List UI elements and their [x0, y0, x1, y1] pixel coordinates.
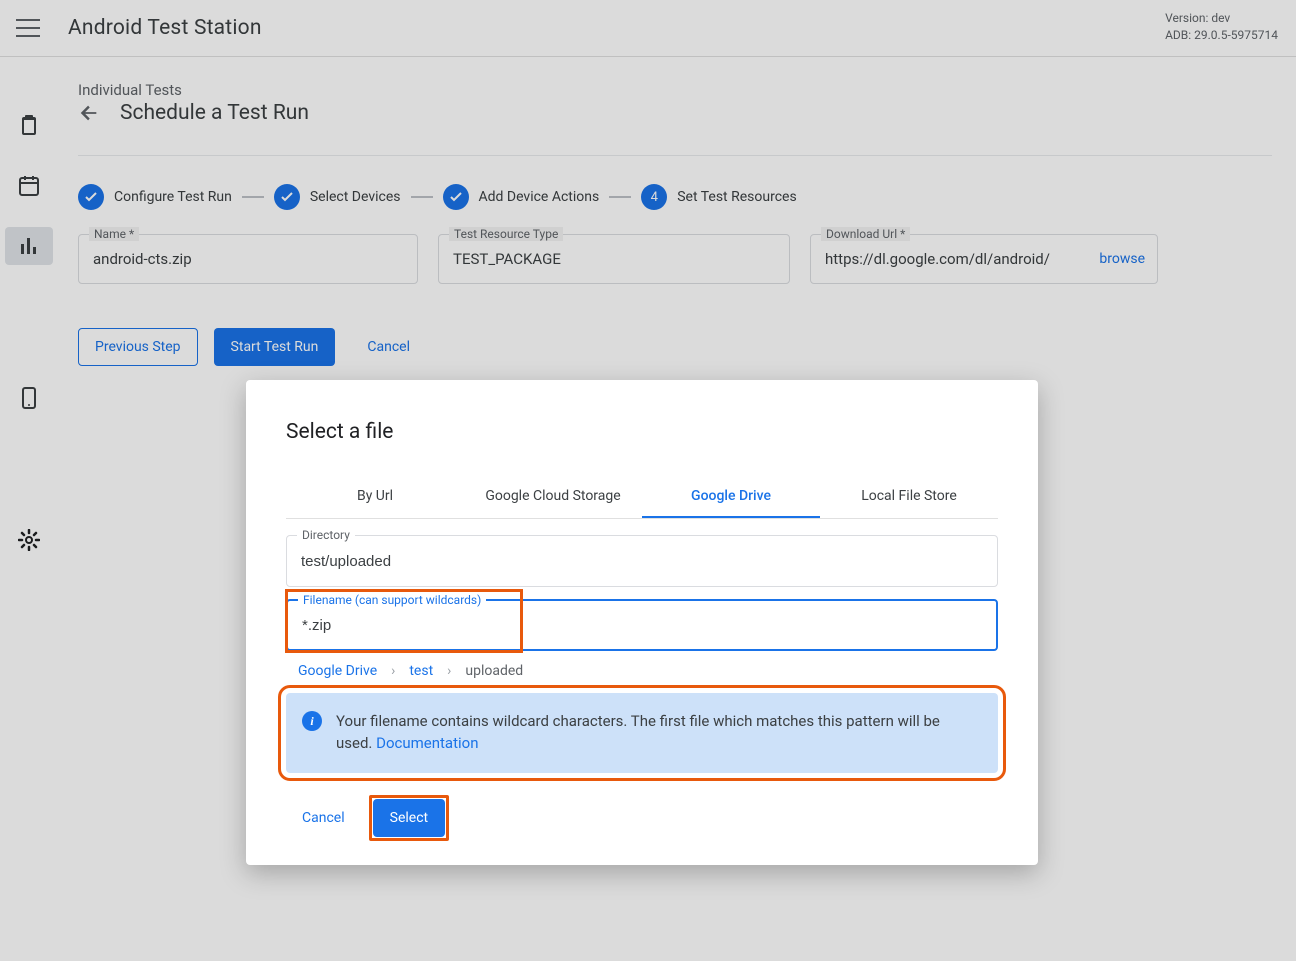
- dialog-cancel-button[interactable]: Cancel: [286, 799, 361, 837]
- tab-by-url[interactable]: By Url: [286, 476, 464, 518]
- path-mid-link[interactable]: test: [409, 663, 433, 679]
- breadcrumb-path: Google Drive › test › uploaded: [298, 663, 998, 679]
- field-value: https://dl.google.com/dl/android/ct: [825, 250, 1050, 268]
- resource-type-field[interactable]: Test Resource Type TEST_PACKAGE: [438, 234, 790, 284]
- dialog-title: Select a file: [286, 420, 998, 444]
- chevron-right-icon: ›: [391, 663, 395, 679]
- browse-link[interactable]: browse: [1099, 251, 1145, 267]
- field-value: TEST_PACKAGE: [453, 250, 561, 268]
- app-title: Android Test Station: [68, 16, 262, 40]
- step-resources[interactable]: 4 Set Test Resources: [641, 184, 796, 210]
- step-label: Add Device Actions: [479, 189, 600, 205]
- breadcrumb: Individual Tests: [78, 81, 1272, 99]
- select-file-dialog: Select a file By Url Google Cloud Storag…: [246, 380, 1038, 865]
- step-configure[interactable]: Configure Test Run: [78, 184, 232, 210]
- path-leaf: uploaded: [465, 663, 523, 679]
- step-number: 4: [641, 184, 667, 210]
- tab-gcs[interactable]: Google Cloud Storage: [464, 476, 642, 518]
- dialog-select-button[interactable]: Select: [373, 799, 445, 837]
- clipboard-icon[interactable]: [5, 107, 53, 145]
- start-test-run-button[interactable]: Start Test Run: [214, 328, 336, 366]
- page-title: Schedule a Test Run: [120, 101, 309, 125]
- menu-icon[interactable]: [16, 19, 40, 37]
- cancel-link[interactable]: Cancel: [351, 328, 426, 366]
- step-devices[interactable]: Select Devices: [274, 184, 401, 210]
- chevron-right-icon: ›: [447, 663, 451, 679]
- top-bar: Android Test Station Version: dev ADB: 2…: [0, 0, 1296, 57]
- name-field[interactable]: Name * android-cts.zip: [78, 234, 418, 284]
- info-banner: i Your filename contains wildcard charac…: [286, 693, 998, 773]
- tab-google-drive[interactable]: Google Drive: [642, 476, 820, 518]
- info-text: Your filename contains wildcard characte…: [336, 711, 950, 755]
- adb-line: ADB: 29.0.5-5975714: [1165, 27, 1278, 44]
- filename-field[interactable]: Filename (can support wildcards): [286, 599, 998, 651]
- download-url-field[interactable]: Download Url * https://dl.google.com/dl/…: [810, 234, 1158, 284]
- chart-icon[interactable]: [5, 227, 53, 265]
- field-value: android-cts.zip: [93, 250, 192, 268]
- field-label: Filename (can support wildcards): [298, 593, 486, 607]
- tab-local-file[interactable]: Local File Store: [820, 476, 998, 518]
- settings-icon[interactable]: [5, 521, 53, 559]
- field-label: Directory: [297, 528, 355, 542]
- version-info: Version: dev ADB: 29.0.5-5975714: [1165, 10, 1278, 44]
- field-label: Name *: [89, 227, 139, 241]
- step-label: Configure Test Run: [114, 189, 232, 205]
- field-label: Test Resource Type: [449, 227, 563, 241]
- phone-icon[interactable]: [5, 379, 53, 417]
- version-line: Version: dev: [1165, 10, 1278, 27]
- documentation-link[interactable]: Documentation: [376, 734, 478, 752]
- step-label: Select Devices: [310, 189, 401, 205]
- stepper: Configure Test Run Select Devices Add De…: [78, 184, 1272, 210]
- info-icon: i: [302, 711, 322, 731]
- divider: [78, 155, 1272, 156]
- path-root-link[interactable]: Google Drive: [298, 663, 377, 679]
- step-label: Set Test Resources: [677, 189, 796, 205]
- filename-input[interactable]: [302, 617, 982, 634]
- back-arrow-icon[interactable]: [78, 102, 100, 124]
- directory-field[interactable]: Directory: [286, 535, 998, 587]
- dialog-tabs: By Url Google Cloud Storage Google Drive…: [286, 476, 998, 519]
- field-label: Download Url *: [821, 227, 910, 241]
- step-actions[interactable]: Add Device Actions: [443, 184, 600, 210]
- sidebar: [0, 57, 58, 961]
- calendar-icon[interactable]: [5, 167, 53, 205]
- previous-step-button[interactable]: Previous Step: [78, 328, 198, 366]
- directory-input[interactable]: [301, 553, 983, 570]
